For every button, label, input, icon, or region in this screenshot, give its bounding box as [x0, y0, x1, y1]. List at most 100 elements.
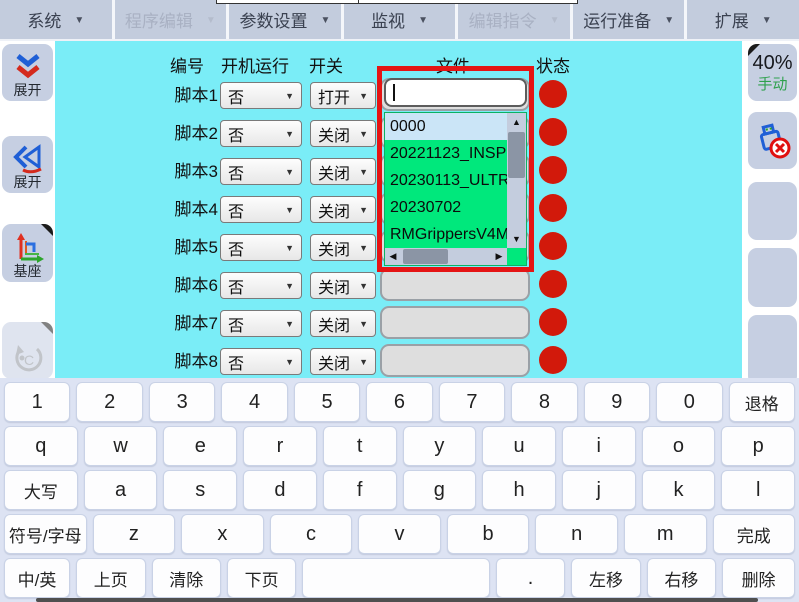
- file-list-item-3[interactable]: 20230113_ULTRA: [385, 167, 507, 194]
- side-button-empty-2[interactable]: [748, 248, 797, 307]
- key-l[interactable]: l: [721, 470, 795, 510]
- key-7[interactable]: 7: [439, 382, 505, 422]
- file-list-item-2[interactable]: 20221123_INSPIR: [385, 140, 507, 167]
- menu-item-5[interactable]: 编辑指令▼: [458, 0, 573, 39]
- file-field-6[interactable]: [380, 268, 530, 301]
- combo-value: 关闭: [318, 274, 359, 298]
- key-o[interactable]: o: [642, 426, 716, 466]
- key-2[interactable]: 2: [76, 382, 142, 422]
- key-f[interactable]: f: [323, 470, 397, 510]
- scroll-down-button[interactable]: ▼: [507, 230, 526, 248]
- hscroll-thumb[interactable]: [403, 249, 448, 264]
- autorun-select-4[interactable]: 否▼: [220, 196, 302, 223]
- key-n[interactable]: n: [535, 514, 618, 554]
- key-next-page[interactable]: 下页: [227, 558, 296, 598]
- key-e[interactable]: e: [163, 426, 237, 466]
- key-y[interactable]: y: [403, 426, 477, 466]
- key-m[interactable]: m: [624, 514, 707, 554]
- key-d[interactable]: d: [243, 470, 317, 510]
- rotate-cycle-button[interactable]: C: [2, 322, 53, 378]
- file-list-hscrollbar[interactable]: ◀ ▶: [385, 248, 507, 265]
- file-list-item-1[interactable]: 0000: [385, 113, 507, 140]
- switch-select-6[interactable]: 关闭▼: [310, 272, 376, 299]
- scroll-up-button[interactable]: ▲: [507, 113, 526, 131]
- menu-item-7[interactable]: 扩展▼: [687, 0, 799, 39]
- base-frame-button[interactable]: 基座: [2, 224, 53, 282]
- menu-item-3[interactable]: 参数设置▼: [229, 0, 344, 39]
- menu-item-6[interactable]: 运行准备▼: [573, 0, 688, 39]
- key-move-left[interactable]: 左移: [571, 558, 640, 598]
- file-list-item-4[interactable]: 20230702: [385, 194, 507, 221]
- menu-item-4[interactable]: 监视▼: [344, 0, 459, 39]
- file-list-vscrollbar[interactable]: ▲ ▼: [507, 113, 526, 248]
- key-delete[interactable]: 删除: [722, 558, 795, 598]
- key-backspace[interactable]: 退格: [729, 382, 795, 422]
- key-k[interactable]: k: [642, 470, 716, 510]
- switch-select-5[interactable]: 关闭▼: [310, 234, 376, 261]
- switch-select-1[interactable]: 打开▼: [310, 82, 376, 109]
- key-v[interactable]: v: [358, 514, 441, 554]
- key-1[interactable]: 1: [4, 382, 70, 422]
- file-name-input[interactable]: [384, 78, 527, 107]
- key-h[interactable]: h: [482, 470, 556, 510]
- key-g[interactable]: g: [403, 470, 477, 510]
- usb-status-button[interactable]: [748, 112, 797, 169]
- switch-select-8[interactable]: 关闭▼: [310, 348, 376, 375]
- file-field-8[interactable]: [380, 344, 530, 377]
- key-u[interactable]: u: [482, 426, 556, 466]
- scroll-left-button[interactable]: ◀: [385, 248, 401, 265]
- key-9[interactable]: 9: [584, 382, 650, 422]
- file-list-item-5[interactable]: RMGrippersV4Mo: [385, 221, 507, 248]
- key-clear[interactable]: 清除: [152, 558, 221, 598]
- key-8[interactable]: 8: [511, 382, 577, 422]
- scroll-right-button[interactable]: ▶: [491, 248, 507, 265]
- key-s[interactable]: s: [163, 470, 237, 510]
- autorun-select-8[interactable]: 否▼: [220, 348, 302, 375]
- vscroll-thumb[interactable]: [508, 132, 525, 178]
- autorun-select-2[interactable]: 否▼: [220, 120, 302, 147]
- chevron-down-icon: ▼: [285, 129, 294, 139]
- key-j[interactable]: j: [562, 470, 636, 510]
- key-w[interactable]: w: [84, 426, 158, 466]
- key-caps[interactable]: 大写: [4, 470, 78, 510]
- key-period[interactable]: .: [496, 558, 565, 598]
- autorun-select-6[interactable]: 否▼: [220, 272, 302, 299]
- key-x[interactable]: x: [181, 514, 264, 554]
- key-5[interactable]: 5: [294, 382, 360, 422]
- key-6[interactable]: 6: [366, 382, 432, 422]
- key-p[interactable]: p: [721, 426, 795, 466]
- key-prev-page[interactable]: 上页: [76, 558, 145, 598]
- key-t[interactable]: t: [323, 426, 397, 466]
- autorun-select-5[interactable]: 否▼: [220, 234, 302, 261]
- side-button-empty-3[interactable]: [748, 315, 797, 378]
- key-i[interactable]: i: [562, 426, 636, 466]
- autorun-select-1[interactable]: 否▼: [220, 82, 302, 109]
- side-button-empty-1[interactable]: [748, 182, 797, 240]
- speed-mode-button[interactable]: 40% 手动: [748, 44, 797, 101]
- key-a[interactable]: a: [84, 470, 158, 510]
- switch-select-7[interactable]: 关闭▼: [310, 310, 376, 337]
- menu-item-1[interactable]: 系统▼: [0, 0, 115, 39]
- key-4[interactable]: 4: [221, 382, 287, 422]
- key-c[interactable]: c: [270, 514, 353, 554]
- key-r[interactable]: r: [243, 426, 317, 466]
- key-done[interactable]: 完成: [713, 514, 796, 554]
- autorun-select-7[interactable]: 否▼: [220, 310, 302, 337]
- switch-select-4[interactable]: 关闭▼: [310, 196, 376, 223]
- key-3[interactable]: 3: [149, 382, 215, 422]
- key-space[interactable]: [302, 558, 489, 598]
- switch-select-3[interactable]: 关闭▼: [310, 158, 376, 185]
- expand-down-button[interactable]: 展开: [2, 44, 53, 101]
- key-0[interactable]: 0: [656, 382, 722, 422]
- file-field-7[interactable]: [380, 306, 530, 339]
- key-lang-toggle[interactable]: 中/英: [4, 558, 70, 598]
- key-symbol-toggle[interactable]: 符号/字母: [4, 514, 87, 554]
- autorun-select-3[interactable]: 否▼: [220, 158, 302, 185]
- key-b[interactable]: b: [447, 514, 530, 554]
- menu-item-2[interactable]: 程序编辑▼: [115, 0, 230, 39]
- switch-select-2[interactable]: 关闭▼: [310, 120, 376, 147]
- key-q[interactable]: q: [4, 426, 78, 466]
- key-move-right[interactable]: 右移: [647, 558, 716, 598]
- key-z[interactable]: z: [93, 514, 176, 554]
- expand-left-button[interactable]: 展开: [2, 136, 53, 193]
